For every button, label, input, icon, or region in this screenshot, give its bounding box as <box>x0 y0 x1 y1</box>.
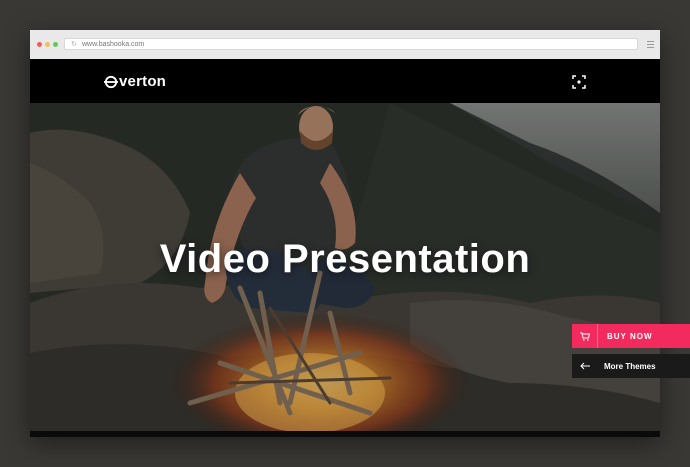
hero-bottom-edge <box>30 431 660 437</box>
more-themes-label: More Themes <box>604 361 656 371</box>
logo-text: verton <box>119 73 167 90</box>
site-header: verton <box>30 59 660 103</box>
arrow-left-icon <box>572 354 597 378</box>
window-controls <box>37 42 58 47</box>
maximize-dot[interactable] <box>53 42 58 47</box>
minimize-dot[interactable] <box>45 42 50 47</box>
close-dot[interactable] <box>37 42 42 47</box>
site-logo[interactable]: verton <box>104 73 166 90</box>
hero-section: Video Presentation <box>30 103 660 431</box>
buy-now-label: BUY NOW <box>607 331 653 341</box>
reload-icon[interactable]: ↻ <box>71 39 77 51</box>
browser-chrome: ↻ www.bashooka.com <box>30 30 660 60</box>
overton-logo-icon <box>104 75 118 88</box>
cart-icon <box>572 324 598 348</box>
buy-now-button[interactable]: BUY NOW <box>572 324 690 348</box>
expand-icon[interactable] <box>572 75 586 89</box>
more-themes-button[interactable]: More Themes <box>572 354 690 378</box>
browser-window: ↻ www.bashooka.com verton Video Presenta… <box>30 30 660 437</box>
address-bar[interactable]: ↻ www.bashooka.com <box>64 38 638 50</box>
hero-title: Video Presentation <box>159 237 531 281</box>
browser-menu-icon[interactable] <box>647 41 654 50</box>
url-text: www.bashooka.com <box>82 41 145 48</box>
